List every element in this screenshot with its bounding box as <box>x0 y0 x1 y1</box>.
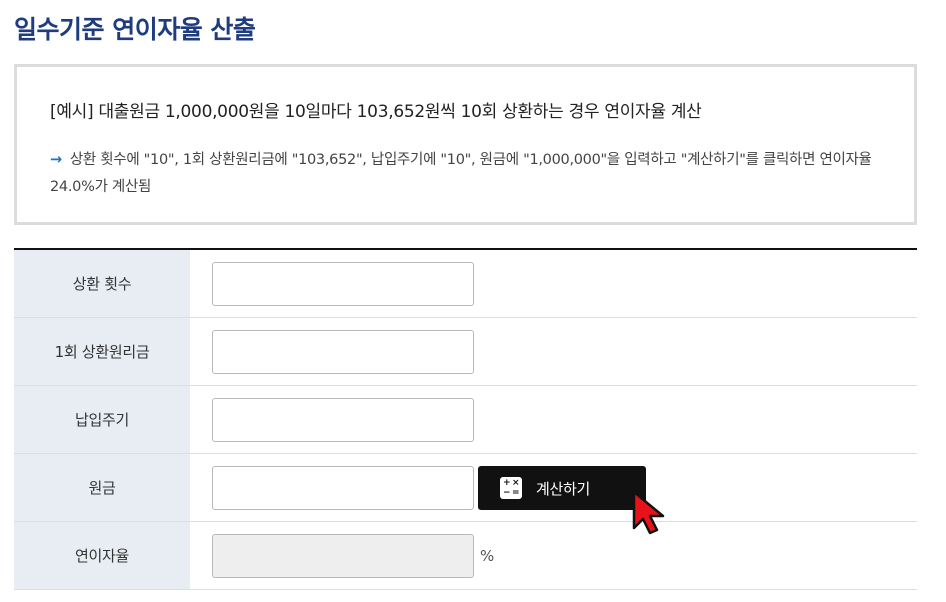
arrow-right-icon: → <box>50 152 62 168</box>
principal-input[interactable] <box>212 465 474 510</box>
calculate-button[interactable]: + × − = 계산하기 <box>478 466 646 510</box>
row-label: 납입주기 <box>14 386 190 453</box>
page-title: 일수기준 연이자율 산출 <box>14 15 256 44</box>
row-label: 원금 <box>14 454 190 521</box>
payment-period-input[interactable] <box>212 397 474 442</box>
example-description: → 상환 횟수에 "10", 1회 상환원리금에 "103,652", 납입주기에… <box>50 147 900 201</box>
example-description-text: 상환 횟수에 "10", 1회 상환원리금에 "103,652", 납입주기에 … <box>50 152 872 195</box>
form-row-principal: 원금 + × − = 계산하기 <box>14 454 917 522</box>
form-row-installment-amount: 1회 상환원리금 <box>14 318 917 386</box>
form-row-repayment-count: 상환 횟수 <box>14 250 917 318</box>
row-label: 1회 상환원리금 <box>14 318 190 385</box>
row-label: 상환 횟수 <box>14 250 190 317</box>
example-title: [예시] 대출원금 1,000,000원을 10일마다 103,652원씩 10… <box>50 102 702 122</box>
example-box: [예시] 대출원금 1,000,000원을 10일마다 103,652원씩 10… <box>14 64 917 225</box>
installment-amount-input[interactable] <box>212 329 474 374</box>
annual-rate-output <box>212 533 474 578</box>
row-label: 연이자율 <box>14 522 190 589</box>
percent-unit: % <box>480 546 495 565</box>
calculate-button-label: 계산하기 <box>536 479 591 498</box>
calculation-form: 상환 횟수 1회 상환원리금 납입주기 원금 + × − = 계산하기 연이자율… <box>14 248 917 590</box>
form-row-payment-period: 납입주기 <box>14 386 917 454</box>
calculator-icon: + × − = <box>500 477 522 499</box>
mouse-pointer-icon <box>632 490 665 535</box>
form-row-annual-rate: 연이자율 % <box>14 522 917 590</box>
repayment-count-input[interactable] <box>212 261 474 306</box>
